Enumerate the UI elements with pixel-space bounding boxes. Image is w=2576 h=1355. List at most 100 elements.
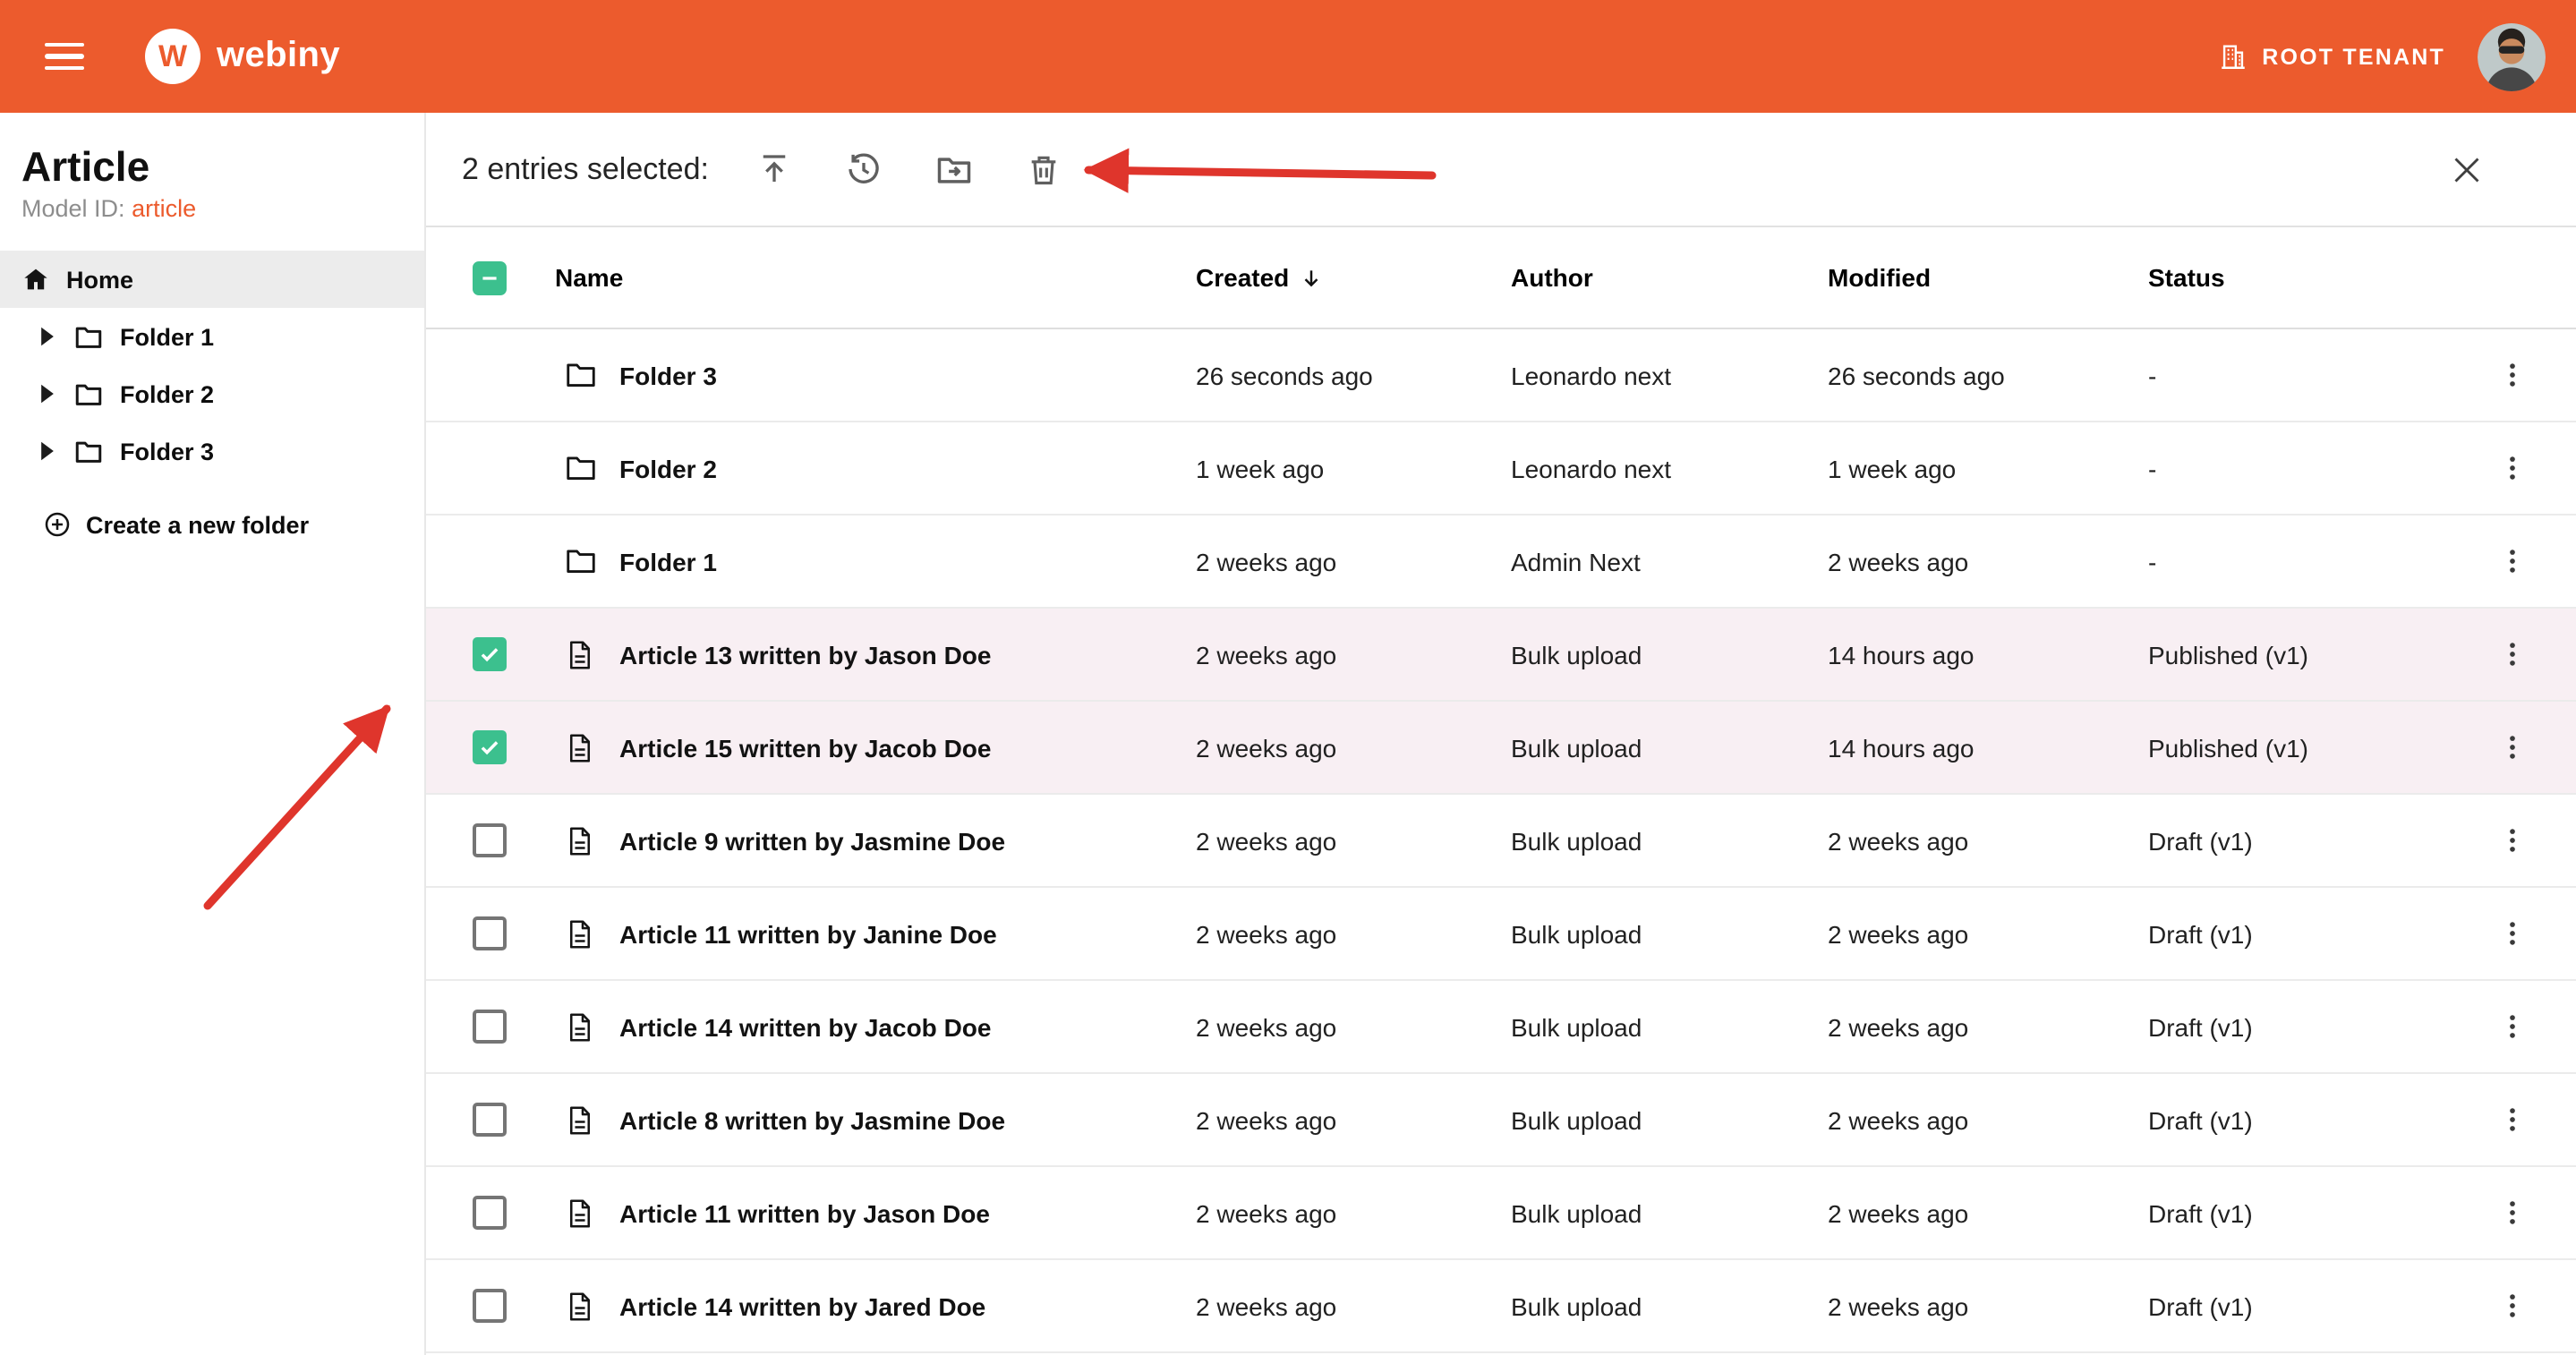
sidebar-item-folder-1[interactable]: Folder 1 <box>0 308 424 365</box>
cell-modified: 2 weeks ago <box>1828 1198 2148 1227</box>
row-menu-button[interactable] <box>2489 724 2536 771</box>
cell-status: Draft (v1) <box>2148 1012 2470 1041</box>
table-row[interactable]: Article 11 written by Janine Doe 2 weeks… <box>426 888 2576 981</box>
cell-status: Draft (v1) <box>2148 1105 2470 1134</box>
table-row[interactable]: Article 8 written by Jasmine Doe 2 weeks… <box>426 1074 2576 1167</box>
cell-modified: 2 weeks ago <box>1828 1105 2148 1134</box>
sidebar-item-label: Folder 1 <box>120 323 214 350</box>
unpublish-revisions-button[interactable] <box>845 149 884 189</box>
cell-modified: 26 seconds ago <box>1828 361 2148 389</box>
row-name[interactable]: Folder 2 <box>619 454 1196 482</box>
delete-button[interactable] <box>1024 149 1063 189</box>
row-name[interactable]: Article 15 written by Jacob Doe <box>619 733 1196 762</box>
table-row[interactable]: Folder 2 1 week ago Leonardo next 1 week… <box>426 422 2576 516</box>
kebab-icon <box>2497 1011 2528 1042</box>
avatar[interactable] <box>2478 22 2546 90</box>
row-name[interactable]: Folder 1 <box>619 547 1196 575</box>
row-menu-button[interactable] <box>2489 445 2536 491</box>
row-menu-button[interactable] <box>2489 1283 2536 1329</box>
table-row[interactable]: Folder 1 2 weeks ago Admin Next 2 weeks … <box>426 516 2576 609</box>
kebab-icon <box>2497 360 2528 390</box>
cell-author: Bulk upload <box>1511 1012 1828 1041</box>
select-all-checkbox[interactable] <box>473 260 507 294</box>
hamburger-menu-icon[interactable] <box>45 42 84 71</box>
sidebar-item-home[interactable]: Home <box>0 251 424 308</box>
kebab-icon <box>2497 1104 2528 1135</box>
chevron-right-icon[interactable] <box>39 440 55 462</box>
publish-button[interactable] <box>755 149 795 189</box>
folder-icon <box>73 436 104 466</box>
row-checkbox[interactable] <box>473 637 507 671</box>
row-checkbox[interactable] <box>473 823 507 857</box>
sidebar-item-folder-3[interactable]: Folder 3 <box>0 422 424 480</box>
table-row[interactable]: Folder 3 26 seconds ago Leonardo next 26… <box>426 329 2576 422</box>
column-header-status[interactable]: Status <box>2148 263 2470 292</box>
kebab-icon <box>2497 918 2528 949</box>
row-checkbox[interactable] <box>473 1196 507 1230</box>
cell-created: 2 weeks ago <box>1196 826 1511 855</box>
cell-modified: 14 hours ago <box>1828 640 2148 669</box>
document-icon <box>564 638 596 670</box>
folder-icon <box>73 379 104 409</box>
row-name[interactable]: Article 14 written by Jared Doe <box>619 1291 1196 1320</box>
create-folder-button[interactable]: Create a new folder <box>0 490 424 558</box>
tenant-selector[interactable]: ROOT TENANT <box>2217 41 2445 72</box>
column-header-author[interactable]: Author <box>1511 263 1828 292</box>
cell-author: Bulk upload <box>1511 1198 1828 1227</box>
row-checkbox[interactable] <box>473 730 507 764</box>
sidebar-item-folder-2[interactable]: Folder 2 <box>0 365 424 422</box>
content-area: 2 entries selected: <box>426 113 2576 1355</box>
row-name[interactable]: Article 14 written by Jacob Doe <box>619 1012 1196 1041</box>
row-menu-button[interactable] <box>2489 817 2536 864</box>
row-name[interactable]: Article 8 written by Jasmine Doe <box>619 1105 1196 1134</box>
row-name[interactable]: Article 9 written by Jasmine Doe <box>619 826 1196 855</box>
cell-created: 2 weeks ago <box>1196 547 1511 575</box>
row-name[interactable]: Folder 3 <box>619 361 1196 389</box>
publish-icon <box>756 150 794 188</box>
bulk-action-bar: 2 entries selected: <box>426 113 2576 227</box>
table-row[interactable]: Article 11 written by Jason Doe 2 weeks … <box>426 1167 2576 1260</box>
cell-author: Leonardo next <box>1511 454 1828 482</box>
cell-modified: 14 hours ago <box>1828 733 2148 762</box>
table-row[interactable]: Article 15 written by Jacob Doe 2 weeks … <box>426 702 2576 795</box>
row-menu-button[interactable] <box>2489 352 2536 398</box>
document-icon <box>564 731 596 763</box>
table-row[interactable]: Article 14 written by Jared Doe 2 weeks … <box>426 1260 2576 1353</box>
chevron-right-icon[interactable] <box>39 383 55 405</box>
row-menu-button[interactable] <box>2489 1096 2536 1143</box>
cell-modified: 2 weeks ago <box>1828 1291 2148 1320</box>
cell-status: - <box>2148 547 2470 575</box>
row-menu-button[interactable] <box>2489 631 2536 678</box>
row-checkbox[interactable] <box>473 916 507 950</box>
cell-author: Bulk upload <box>1511 640 1828 669</box>
close-icon <box>2449 151 2485 187</box>
column-header-name[interactable]: Name <box>541 263 1196 292</box>
row-checkbox[interactable] <box>473 1103 507 1137</box>
table-header: Name Created Author Modified Status <box>426 227 2576 329</box>
cell-author: Bulk upload <box>1511 733 1828 762</box>
table-row[interactable]: Article 13 written by Jason Doe 2 weeks … <box>426 609 2576 702</box>
column-header-created[interactable]: Created <box>1196 263 1511 292</box>
row-checkbox[interactable] <box>473 1289 507 1323</box>
table-row[interactable]: Article 14 written by Jacob Doe 2 weeks … <box>426 981 2576 1074</box>
table-row[interactable]: Article 9 written by Jasmine Doe 2 weeks… <box>426 795 2576 888</box>
row-name[interactable]: Article 13 written by Jason Doe <box>619 640 1196 669</box>
row-menu-button[interactable] <box>2489 1003 2536 1050</box>
row-menu-button[interactable] <box>2489 538 2536 584</box>
row-checkbox[interactable] <box>473 1010 507 1044</box>
column-header-modified[interactable]: Modified <box>1828 263 2148 292</box>
row-name[interactable]: Article 11 written by Jason Doe <box>619 1198 1196 1227</box>
row-menu-button[interactable] <box>2489 910 2536 957</box>
create-folder-label: Create a new folder <box>86 511 309 538</box>
row-name[interactable]: Article 11 written by Janine Doe <box>619 919 1196 948</box>
close-selection-button[interactable] <box>2447 149 2486 189</box>
folder-icon <box>563 544 597 578</box>
cell-status: Draft (v1) <box>2148 826 2470 855</box>
row-menu-button[interactable] <box>2489 1189 2536 1236</box>
sidebar-item-label: Home <box>66 266 133 293</box>
move-to-folder-button[interactable] <box>934 149 974 189</box>
chevron-right-icon[interactable] <box>39 326 55 347</box>
model-id-value: article <box>132 195 196 222</box>
cell-status: Draft (v1) <box>2148 1291 2470 1320</box>
document-icon <box>564 917 596 950</box>
